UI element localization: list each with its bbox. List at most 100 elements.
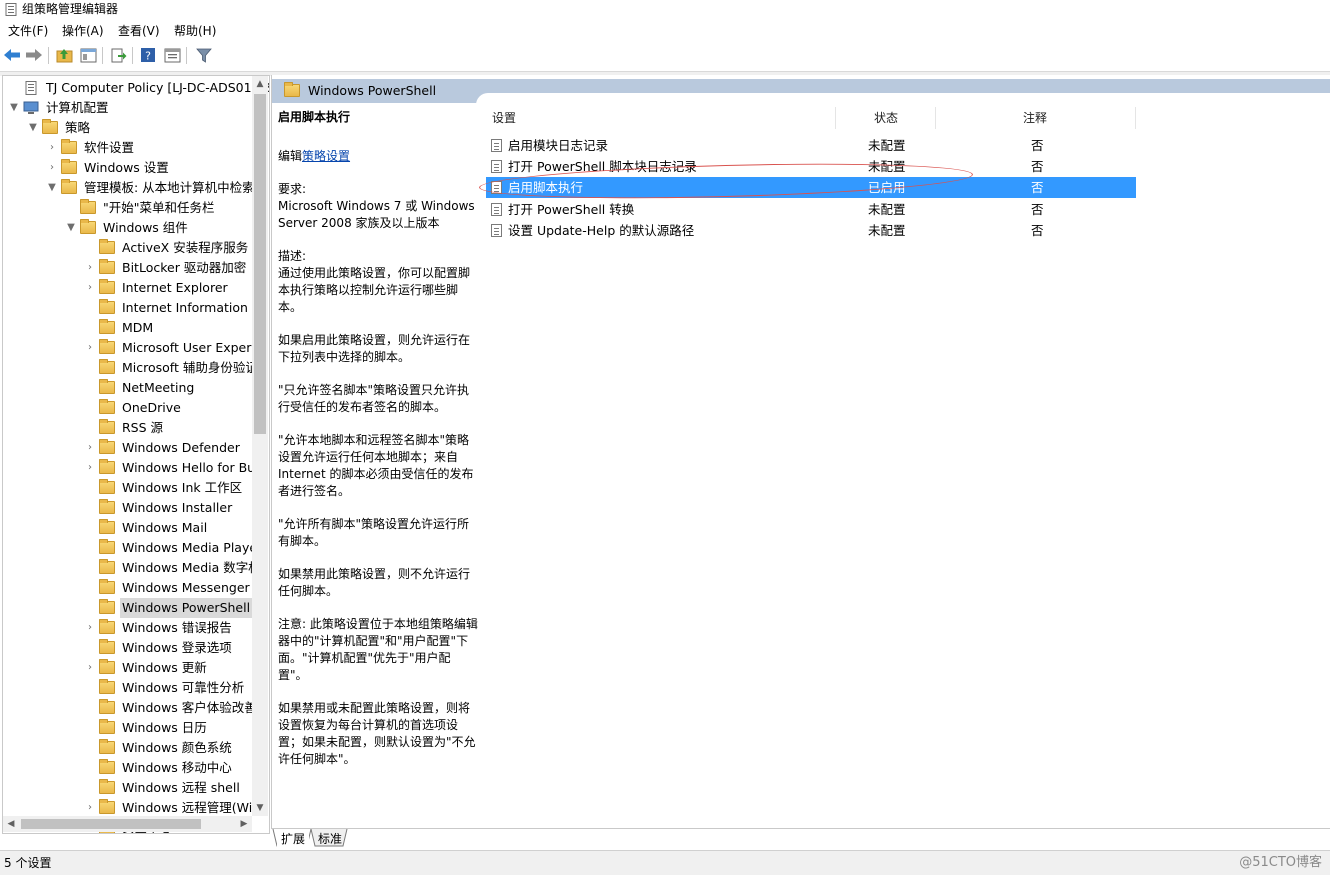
description-paragraph: "只允许签名脚本"策略设置只允许执行受信任的发布者签名的脚本。 [278, 383, 470, 414]
menu-help[interactable]: 帮助(H) [172, 22, 218, 40]
description-paragraph: 如果禁用或未配置此策略设置，则将设置恢复为每台计算机的首选项设置；如果未配置，则… [278, 701, 476, 766]
folder-icon [99, 639, 115, 654]
tree-vscroll-thumb[interactable] [254, 94, 266, 434]
description-paragraph: 注意: 此策略设置位于本地组策略编辑器中的"计算机配置"和"用户配置"下面。"计… [278, 617, 478, 682]
tree-hscroll-thumb[interactable] [21, 819, 201, 829]
expander-empty [85, 478, 95, 498]
tree-node-label: Windows Hello for Bu [122, 460, 256, 475]
scroll-right-arrow-icon[interactable]: ▶ [236, 816, 252, 832]
policy-doc-icon [23, 81, 39, 95]
chevron-right-icon[interactable]: › [85, 658, 95, 678]
chevron-down-icon[interactable]: ▼ [66, 218, 76, 238]
folder-icon [99, 459, 115, 474]
column-header-setting[interactable]: 设置 [492, 107, 516, 129]
filter-icon[interactable] [194, 45, 214, 65]
description-paragraph: 如果禁用此策略设置，则不允许运行任何脚本。 [278, 567, 471, 598]
setting-row[interactable]: 设置 Update-Help 的默认源路径 未配置 否 [486, 220, 1136, 241]
description-paragraph: "允许所有脚本"策略设置允许运行所有脚本。 [278, 517, 470, 548]
chevron-right-icon[interactable]: › [85, 798, 95, 818]
menu-file[interactable]: 文件(F) [6, 22, 50, 40]
description-paragraph: 如果启用此策略设置，则允许运行在下拉列表中选择的脚本。 [278, 333, 471, 364]
column-header-state[interactable]: 状态 [874, 107, 898, 129]
status-bar: 5 个设置 @51CTO博客 [0, 850, 1330, 875]
folder-icon [99, 519, 115, 534]
expander-empty [85, 698, 95, 718]
tree-node-label: Windows 登录选项 [122, 640, 232, 655]
chevron-right-icon[interactable]: › [85, 258, 95, 278]
help-icon[interactable]: ? [138, 45, 158, 65]
setting-row[interactable]: 打开 PowerShell 转换 未配置 否 [486, 199, 1136, 220]
scroll-down-arrow-icon[interactable]: ▼ [252, 800, 268, 816]
tree-node-label: Windows 更新 [122, 660, 207, 675]
properties-icon[interactable] [162, 45, 182, 65]
chevron-right-icon[interactable]: › [47, 138, 57, 158]
tab-standard[interactable]: 标准 [314, 831, 346, 847]
menu-action[interactable]: 操作(A) [60, 22, 106, 40]
svg-text:?: ? [145, 50, 151, 63]
expander-empty [85, 718, 95, 738]
policy-setting-icon [491, 139, 502, 152]
edit-policy-link[interactable]: 策略设置 [302, 149, 350, 163]
forward-arrow-icon[interactable] [24, 45, 44, 65]
tree-node-label: Windows 客户体验改善 [122, 700, 257, 715]
chevron-right-icon[interactable]: › [85, 438, 95, 458]
menu-view[interactable]: 查看(V) [116, 22, 162, 40]
folder-icon [80, 199, 96, 214]
folder-icon [99, 539, 115, 554]
setting-comment: 否 [1031, 159, 1044, 175]
show-hide-tree-icon[interactable] [78, 45, 98, 65]
folder-icon [99, 319, 115, 334]
folder-icon [99, 259, 115, 274]
export-list-icon[interactable] [108, 45, 128, 65]
scroll-left-arrow-icon[interactable]: ◀ [3, 816, 19, 832]
folder-icon [99, 419, 115, 434]
tree-vertical-scrollbar[interactable]: ▲ ▼ [252, 76, 268, 816]
tree-node-label: Windows 错误报告 [122, 620, 232, 635]
chevron-down-icon[interactable]: ▼ [47, 178, 57, 198]
chevron-right-icon[interactable]: › [85, 338, 95, 358]
tree-node-label: 策略 [65, 120, 91, 135]
setting-comment: 否 [1031, 138, 1044, 153]
folder-icon [99, 279, 115, 294]
chevron-right-icon[interactable]: › [47, 158, 57, 178]
expander-empty [85, 298, 95, 318]
description-title: 启用脚本执行 [278, 110, 351, 124]
back-arrow-icon[interactable] [2, 45, 22, 65]
folder-icon [80, 219, 96, 234]
folder-icon [99, 559, 115, 574]
folder-icon [99, 779, 115, 794]
tree-node-label: Internet Explorer [122, 280, 228, 295]
tree-horizontal-scrollbar[interactable]: ◀ ▶ [3, 816, 252, 832]
expander-empty [85, 378, 95, 398]
chevron-down-icon[interactable]: ▼ [28, 118, 38, 138]
tree-node-label: Windows 颜色系统 [122, 740, 232, 755]
description-paragraph: 要求: Microsoft Windows 7 或 Windows Server… [278, 182, 475, 230]
scroll-up-arrow-icon[interactable]: ▲ [252, 76, 268, 92]
expander-empty [85, 638, 95, 658]
tree-node-label: Windows Messenger [122, 580, 250, 595]
expander-empty [85, 518, 95, 538]
tree-node-label: Microsoft 辅助身份验证 [122, 360, 258, 375]
tree-node-label: RSS 源 [122, 420, 164, 435]
menu-bar: 文件(F) 操作(A) 查看(V) 帮助(H) [0, 20, 1330, 42]
computer-icon [23, 101, 39, 114]
tree-node-label: Microsoft User Experi [122, 340, 255, 355]
folder-icon [99, 339, 115, 354]
column-header-comment[interactable]: 注释 [1023, 107, 1047, 129]
setting-state: 未配置 [868, 222, 906, 238]
setting-comment: 否 [1031, 180, 1044, 196]
folder-icon [61, 159, 77, 174]
tree-node-label: Windows PowerShell [120, 598, 253, 618]
chevron-right-icon[interactable]: › [85, 278, 95, 298]
folder-icon [99, 299, 115, 314]
tree-node-label: Windows 远程管理(Wi [122, 800, 253, 815]
setting-row[interactable]: 启用模块日志记录 未配置 否 [486, 135, 1136, 156]
folder-icon [99, 679, 115, 694]
chevron-right-icon[interactable]: › [85, 458, 95, 478]
tree-node-label: BitLocker 驱动器加密 [122, 260, 247, 275]
tree-node-label: Windows 移动中心 [122, 760, 232, 775]
tab-extended[interactable]: 扩展 [277, 831, 310, 847]
chevron-right-icon[interactable]: › [85, 618, 95, 638]
up-folder-icon[interactable] [54, 45, 74, 65]
chevron-down-icon[interactable]: ▼ [9, 98, 19, 118]
